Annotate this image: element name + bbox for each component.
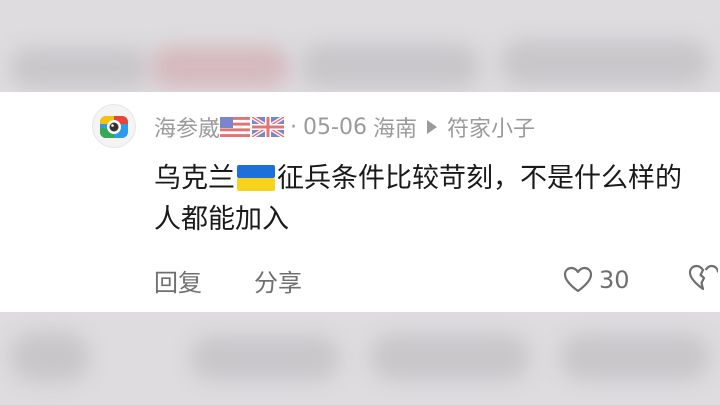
dislike-button[interactable]: [688, 264, 720, 296]
us-flag-icon: [220, 117, 251, 137]
comment-text: 乌克兰 征兵条件比较苛刻，不是什么样的人都能加入: [154, 158, 694, 240]
reply-button[interactable]: 回复: [154, 263, 202, 298]
avatar[interactable]: [92, 104, 136, 148]
triangle-right-icon: [426, 120, 437, 134]
blurred-previous-comment: [0, 0, 720, 92]
ukraine-flag-icon: [237, 165, 275, 191]
uk-flag-icon: [252, 117, 285, 137]
reply-to-user[interactable]: 符家小子: [447, 111, 535, 143]
comment-actions: 回复 分享: [154, 262, 302, 298]
comment-text-start: 乌克兰: [154, 163, 235, 194]
heart-outline-icon: [563, 266, 593, 293]
blurred-next-comment: [0, 312, 720, 405]
camera-app-icon: [100, 116, 128, 138]
like-button[interactable]: 30: [563, 262, 630, 298]
comment-date: 05-06: [303, 114, 367, 140]
comment-meta: 海参崴 · 05-06 海南 符家小子: [154, 111, 535, 143]
share-button[interactable]: 分享: [254, 263, 302, 298]
meta-separator: ·: [290, 114, 298, 140]
like-count: 30: [599, 266, 630, 294]
broken-heart-icon: [688, 264, 720, 291]
username[interactable]: 海参崴: [154, 111, 220, 143]
comment-location: 海南: [372, 117, 417, 142]
